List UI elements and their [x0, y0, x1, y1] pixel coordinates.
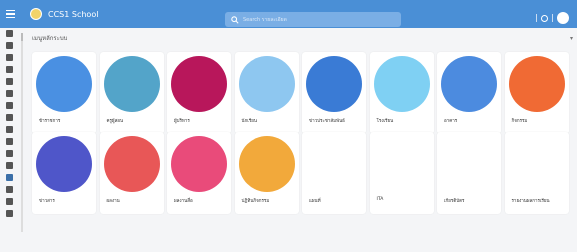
- menu-card[interactable]: ข่าวสาร: [32, 132, 96, 214]
- teacher-classroom-icon: [103, 56, 160, 112]
- menu-card-label: โรงเรียน: [376, 119, 394, 124]
- school-building-icon: [373, 56, 430, 112]
- menu-card-label: นักเรียน: [241, 119, 257, 124]
- menu-card-label: เกียรติบัตร: [444, 199, 465, 204]
- school-logo-icon: [30, 8, 42, 20]
- menu-card[interactable]: อาคาร: [437, 52, 501, 134]
- calendar-icon[interactable]: [5, 138, 13, 145]
- student-group-icon: [238, 56, 295, 112]
- sidebar: [0, 28, 18, 252]
- users-icon[interactable]: [5, 66, 13, 73]
- menu-card-label: กิจกรรม: [511, 119, 528, 124]
- menu-card[interactable]: เกียรติบัตร: [437, 132, 501, 214]
- map-route-icon: [306, 136, 362, 192]
- menu-card-label: ITA: [376, 197, 384, 202]
- news-touch-icon: [36, 136, 92, 192]
- hamburger-icon[interactable]: [6, 7, 20, 21]
- menu-card[interactable]: ITA: [369, 132, 434, 214]
- menu-card-label: ผลงาน: [106, 199, 120, 204]
- teacher-portrait-icon: [36, 56, 92, 112]
- report-search-icon: [508, 136, 565, 192]
- clipboard-icon[interactable]: [5, 102, 13, 109]
- menu-card-label: ข่าวสาร: [39, 199, 55, 204]
- graduate-student-icon: [171, 56, 227, 112]
- chart-icon[interactable]: [5, 162, 13, 169]
- menu-card[interactable]: รายงานผลการเรียน: [504, 132, 569, 214]
- diamond-award-icon: [103, 136, 160, 192]
- person-icon[interactable]: [5, 150, 13, 157]
- document-icon[interactable]: [5, 42, 13, 49]
- menu-card-label: ผลงานสื่อ: [174, 199, 193, 204]
- approved-group-icon: [508, 56, 565, 112]
- menu-card-label: ผู้บริหาร: [174, 119, 190, 124]
- inbox-icon[interactable]: [5, 54, 13, 61]
- bookmark-icon[interactable]: [5, 198, 13, 205]
- menu-card-label: ครูผู้สอน: [106, 119, 124, 124]
- header-controls: [536, 12, 569, 24]
- building-icon: [441, 56, 497, 112]
- settings-icon[interactable]: [5, 210, 13, 217]
- page-header: เมนูหลักระบบ ▾: [22, 30, 577, 46]
- user-add-icon[interactable]: [5, 90, 13, 97]
- home-icon[interactable]: [5, 30, 13, 37]
- menu-card-label: ปฏิทินกิจกรรม: [241, 199, 270, 204]
- scrollbar[interactable]: [21, 33, 23, 232]
- funnel-icon[interactable]: ▾: [570, 35, 573, 42]
- menu-card-label: อาคาร: [444, 119, 458, 124]
- menu-card[interactable]: ข้าราชการ: [32, 52, 96, 134]
- menu-card[interactable]: ข่าวประชาสัมพันธ์: [302, 52, 366, 134]
- certificate-icon: [441, 136, 497, 192]
- menu-card[interactable]: ครูผู้สอน: [99, 52, 164, 134]
- search-bar[interactable]: [225, 12, 401, 27]
- newspaper-icon: [306, 56, 362, 112]
- calendar-clock-icon: [238, 136, 295, 192]
- list-icon[interactable]: [5, 114, 13, 121]
- menu-card-label: ข้าราชการ: [39, 119, 61, 124]
- multimedia-icon: [171, 136, 227, 192]
- menu-card[interactable]: แผนที่: [302, 132, 366, 214]
- user-avatar-icon[interactable]: [557, 12, 569, 24]
- home-active-icon[interactable]: [5, 174, 13, 181]
- search-input[interactable]: [243, 16, 383, 23]
- graduation-icon[interactable]: [5, 186, 13, 193]
- ita-logo-icon: [373, 136, 430, 192]
- divider: [536, 14, 537, 22]
- user-group-icon[interactable]: [5, 78, 13, 85]
- menu-card[interactable]: นักเรียน: [234, 52, 299, 134]
- menu-card-label: แผนที่: [309, 199, 321, 204]
- menu-card-label: ข่าวประชาสัมพันธ์: [309, 119, 345, 124]
- folder-icon[interactable]: [5, 126, 13, 133]
- app-title: CCS1 School: [48, 9, 99, 19]
- menu-card[interactable]: ผู้บริหาร: [167, 52, 231, 134]
- menu-card[interactable]: กิจกรรม: [504, 52, 569, 134]
- menu-card[interactable]: ผลงานสื่อ: [167, 132, 231, 214]
- gear-icon[interactable]: [541, 14, 548, 22]
- menu-card[interactable]: ผลงาน: [99, 132, 164, 214]
- search-icon: [231, 15, 239, 24]
- menu-card[interactable]: ปฏิทินกิจกรรม: [234, 132, 299, 214]
- divider: [552, 14, 553, 22]
- menu-card[interactable]: โรงเรียน: [369, 52, 434, 134]
- menu-card-label: รายงานผลการเรียน: [511, 199, 550, 204]
- page-title: เมนูหลักระบบ: [32, 35, 68, 42]
